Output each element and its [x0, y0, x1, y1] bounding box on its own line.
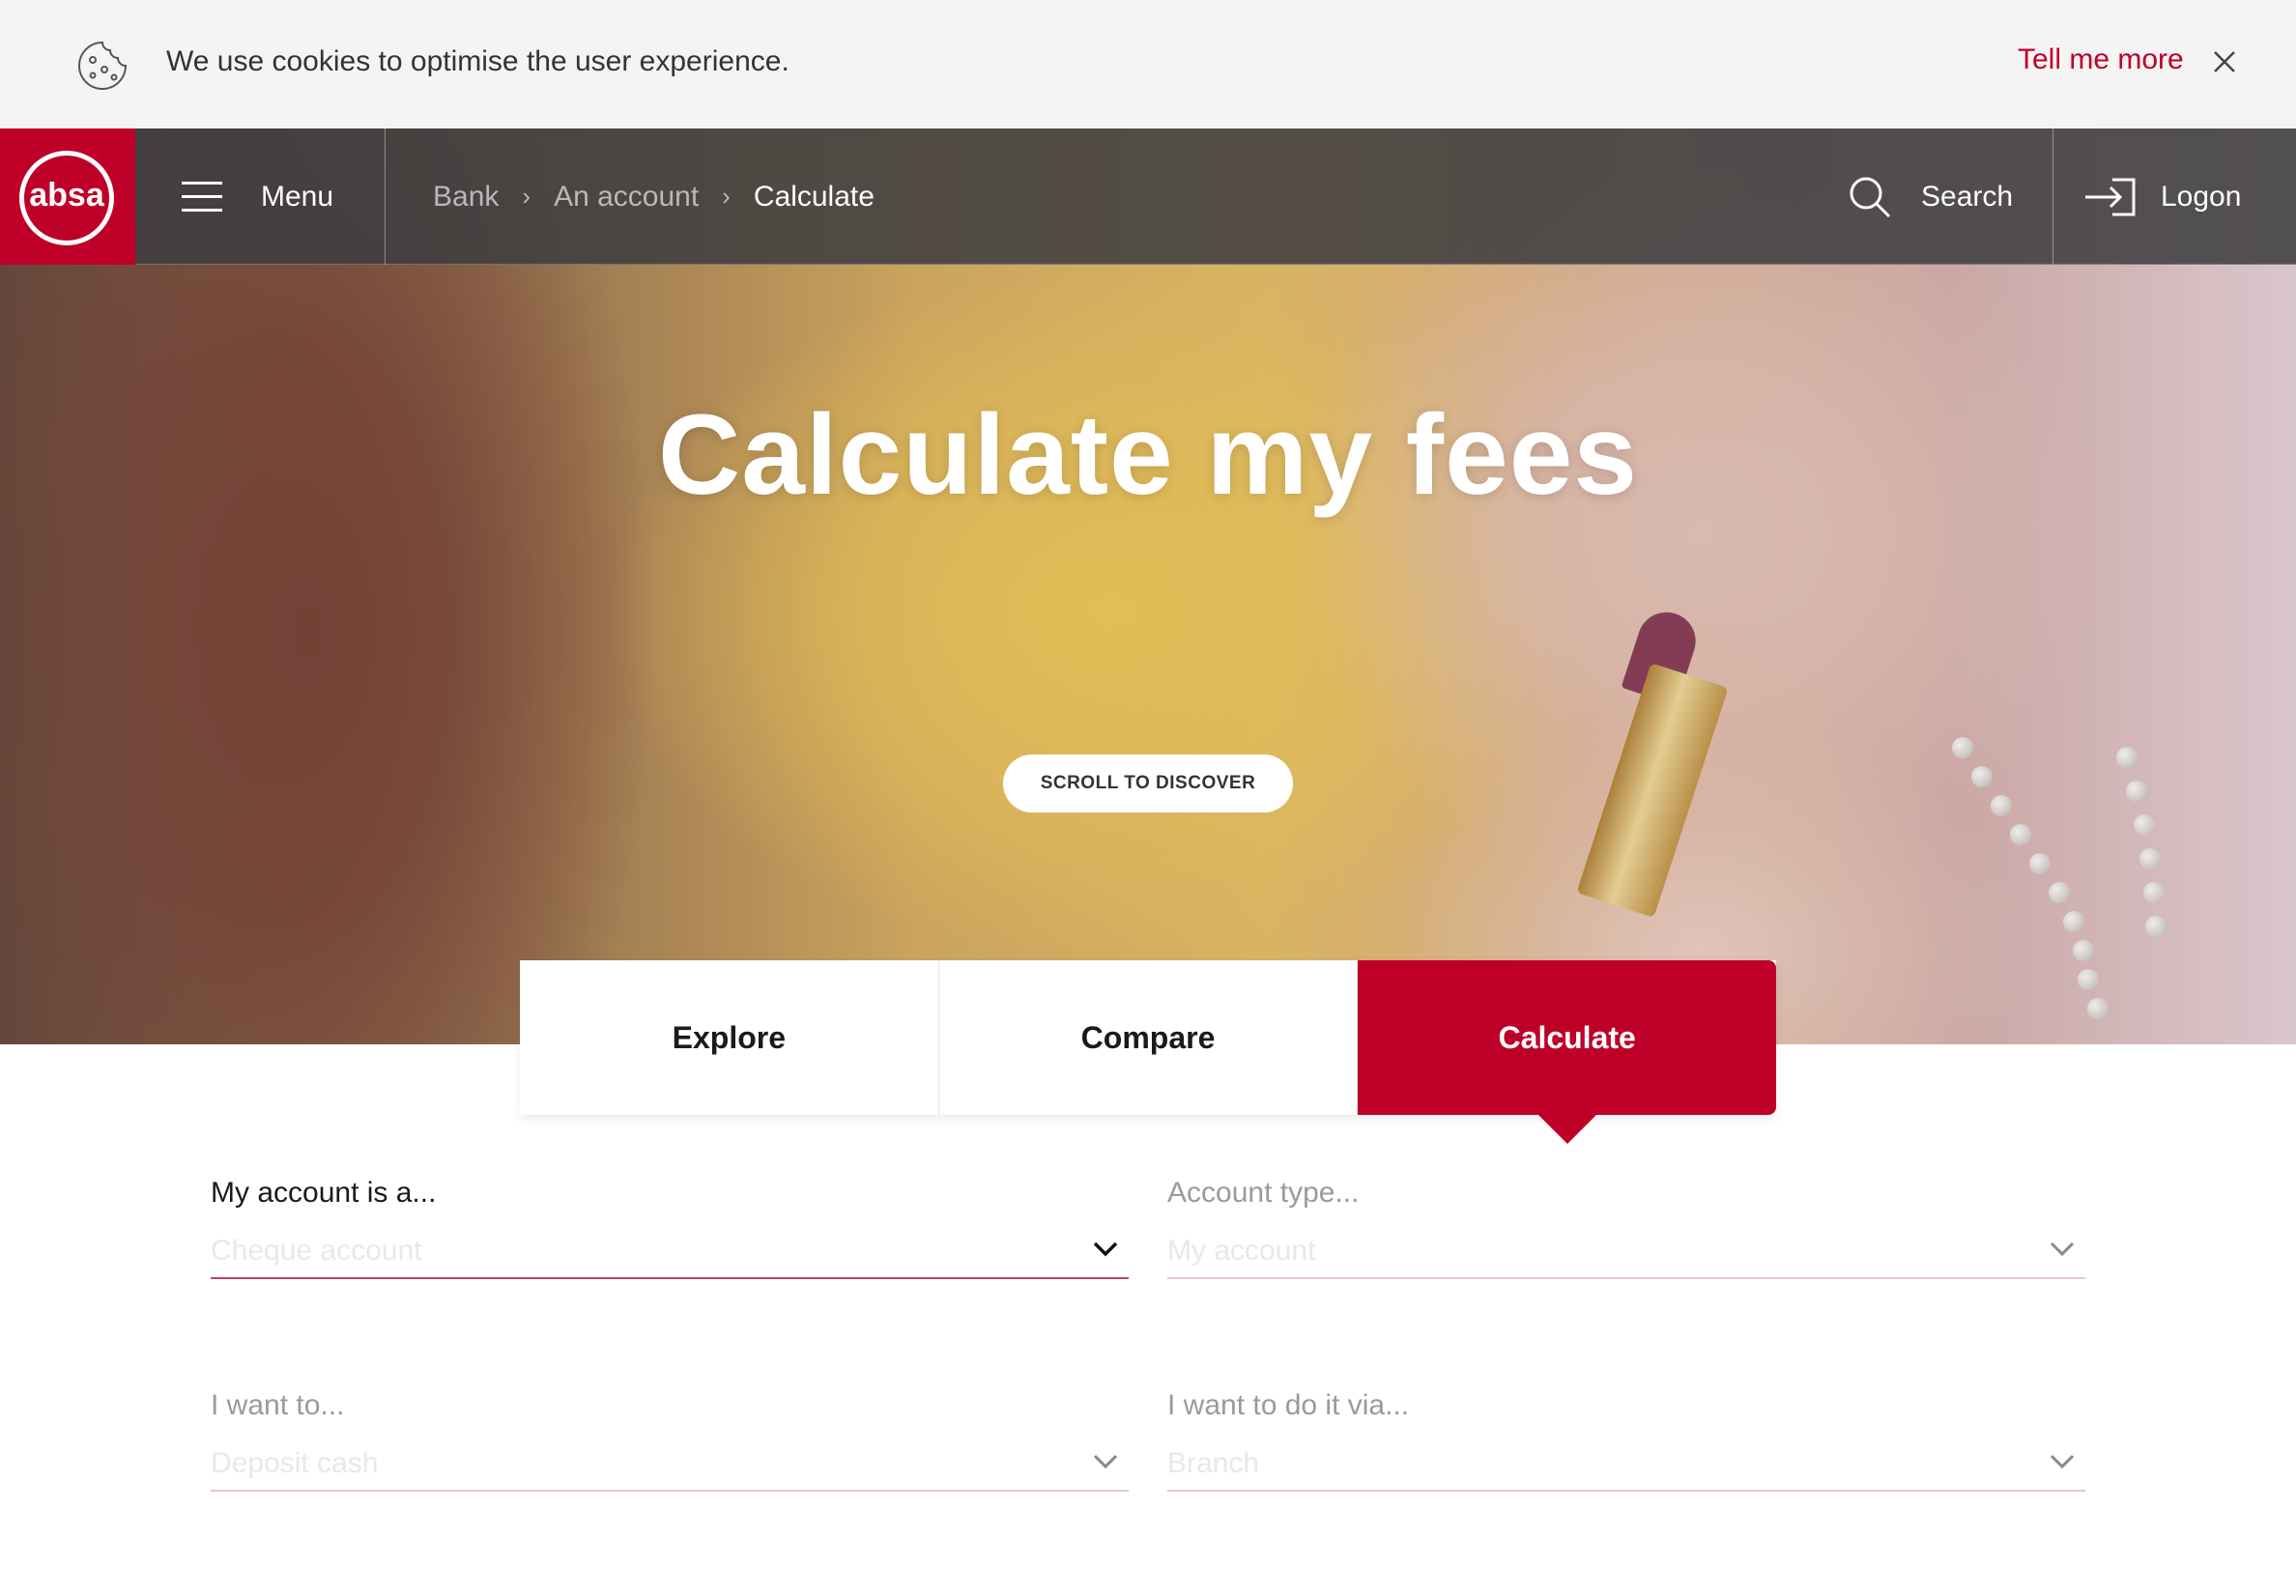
do-it-via-value: Branch: [1167, 1447, 1260, 1479]
want-to-field: I want to... Deposit cash: [211, 1389, 1129, 1492]
logo-text: absa: [29, 177, 104, 214]
account-type-select[interactable]: My account: [1167, 1227, 2085, 1279]
want-to-select[interactable]: Deposit cash: [211, 1439, 1129, 1492]
tab-explore[interactable]: Explore: [520, 960, 938, 1115]
account-type-label: Account type...: [1167, 1177, 1360, 1209]
account-is-select[interactable]: Cheque account: [211, 1227, 1129, 1279]
account-type-field: Account type... My account: [1167, 1177, 2085, 1279]
cookie-message: We use cookies to optimise the user expe…: [166, 45, 789, 77]
top-navigation: absa Menu Bank › An account › Calculate …: [0, 128, 2296, 265]
cookie-icon: [78, 41, 128, 90]
do-it-via-label: I want to do it via...: [1167, 1389, 1410, 1421]
search-button[interactable]: Search: [1848, 128, 2013, 265]
chevron-down-icon: [1093, 1241, 1118, 1257]
do-it-via-field: I want to do it via... Branch: [1167, 1389, 2085, 1492]
logon-button[interactable]: Logon: [2083, 128, 2241, 265]
menu-label: Menu: [261, 180, 334, 213]
account-is-value: Cheque account: [211, 1235, 422, 1267]
page-title: Calculate my fees: [658, 391, 1638, 519]
close-icon[interactable]: [2209, 46, 2240, 77]
search-icon: [1850, 177, 1891, 217]
chevron-right-icon: ›: [722, 182, 731, 211]
search-label: Search: [1921, 180, 2014, 213]
logon-label: Logon: [2161, 180, 2242, 213]
hamburger-icon: [182, 181, 222, 213]
do-it-via-select[interactable]: Branch: [1167, 1439, 2085, 1492]
tab-calculate[interactable]: Calculate: [1357, 960, 1777, 1144]
login-icon: [2085, 178, 2136, 215]
section-tabs: Explore Compare Calculate: [520, 960, 1777, 1144]
account-is-label: My account is a...: [211, 1177, 437, 1209]
tell-me-more-link[interactable]: Tell me more: [2018, 43, 2184, 76]
want-to-label: I want to...: [211, 1389, 345, 1421]
menu-button[interactable]: Menu: [182, 128, 333, 265]
account-is-field: My account is a... Cheque account: [211, 1177, 1129, 1279]
breadcrumb-calculate: Calculate: [753, 180, 875, 213]
chevron-right-icon: ›: [522, 182, 531, 211]
breadcrumb: Bank › An account › Calculate: [433, 128, 875, 265]
want-to-value: Deposit cash: [211, 1447, 379, 1479]
chevron-down-icon: [2050, 1241, 2075, 1257]
breadcrumb-an-account[interactable]: An account: [554, 181, 699, 214]
chevron-down-icon: [1093, 1454, 1118, 1469]
absa-logo[interactable]: absa: [0, 128, 135, 265]
breadcrumb-bank[interactable]: Bank: [433, 181, 499, 214]
scroll-to-discover-button[interactable]: SCROLL TO DISCOVER: [1003, 755, 1293, 812]
tab-compare[interactable]: Compare: [937, 960, 1358, 1115]
hero-banner: absa Menu Bank › An account › Calculate …: [0, 128, 2296, 1044]
account-type-value: My account: [1167, 1235, 1316, 1267]
chevron-down-icon: [2050, 1454, 2075, 1469]
cookie-banner: We use cookies to optimise the user expe…: [0, 0, 2296, 128]
